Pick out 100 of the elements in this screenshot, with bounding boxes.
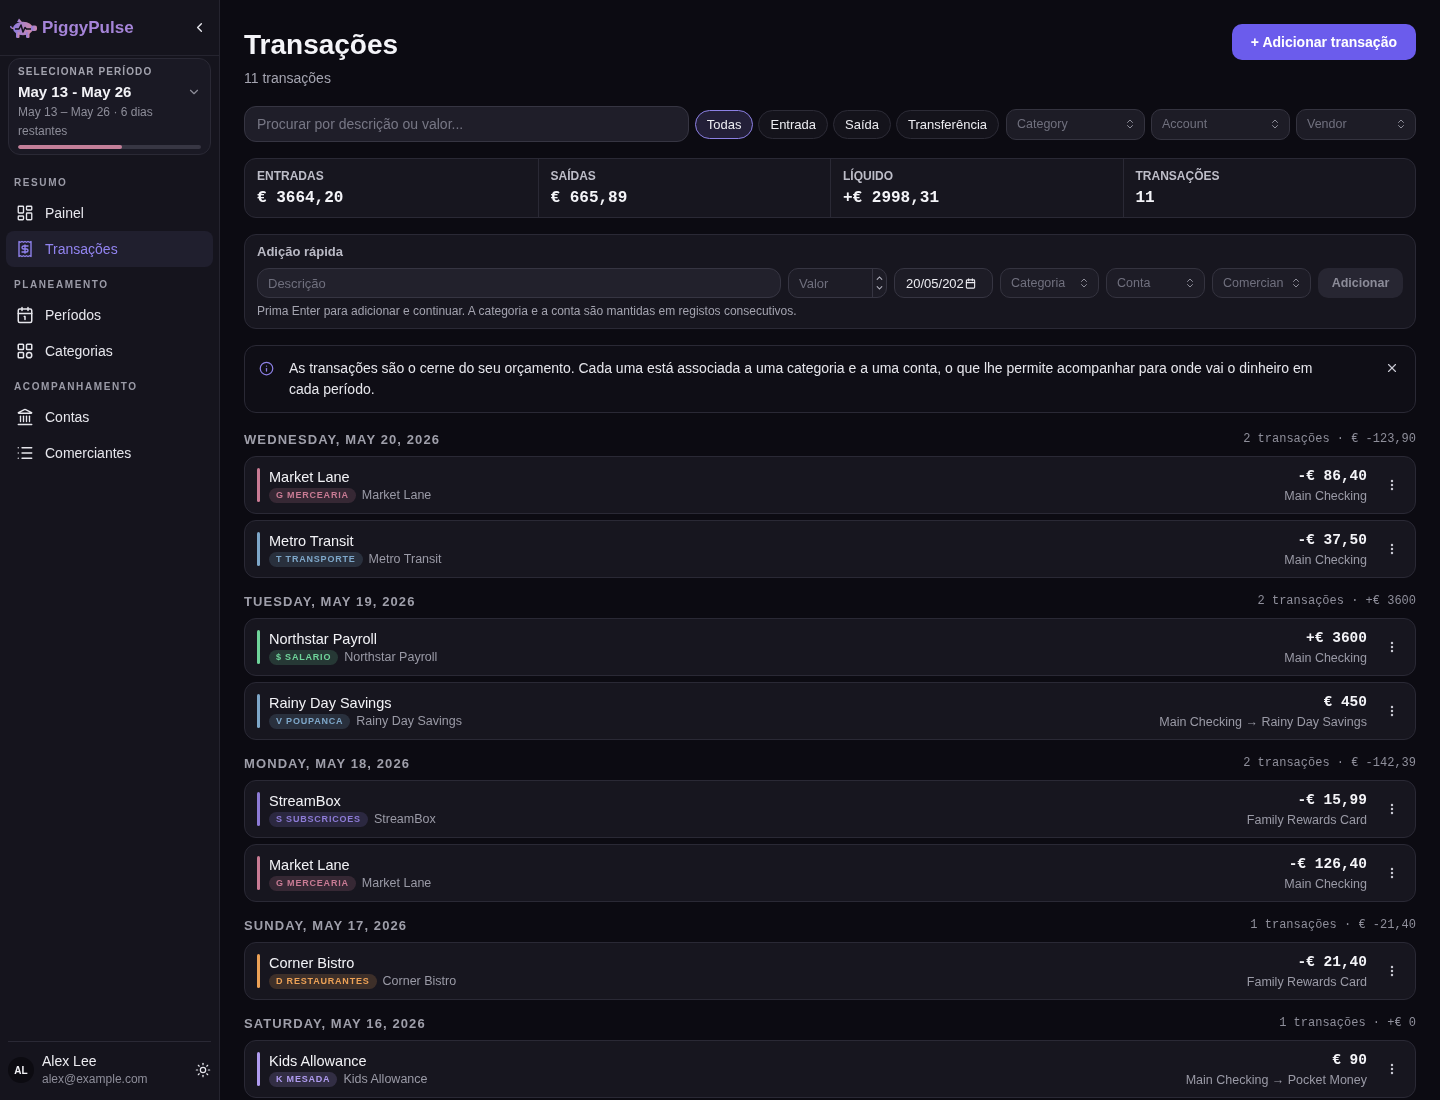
group-summary: 2 transações · +€ 3600: [1257, 594, 1416, 608]
amount: -€ 21,40: [1297, 952, 1367, 971]
description-field[interactable]: Descrição: [257, 268, 781, 298]
chevrons-icon: [1290, 277, 1302, 289]
calendar-icon[interactable]: [964, 277, 976, 289]
nav-item[interactable]: Categorias: [6, 333, 213, 369]
category-tag: K MESADA: [269, 1071, 338, 1087]
vendor-name: Market Lane: [361, 488, 432, 502]
category-tag: G MERCEARIA: [269, 875, 356, 891]
category-tag: $ SALARIO: [269, 649, 339, 665]
form-select[interactable]: Comercian: [1212, 268, 1311, 298]
add-transaction-button[interactable]: + Adicionar transação: [1231, 24, 1416, 60]
info-icon: [259, 361, 274, 376]
transaction-title: Market Lane: [269, 855, 350, 874]
vendor-name: StreamBox: [373, 812, 436, 826]
vendor-name: Northstar Payroll: [344, 650, 438, 664]
amount: € 450: [1323, 692, 1367, 711]
account-name: Family Rewards Card: [1246, 973, 1367, 990]
category-tag: T TRANSPORTE: [269, 551, 363, 567]
category-tag: S SUBSCRICOES: [269, 811, 368, 827]
transaction-title: Northstar Payroll: [269, 629, 377, 648]
vendor-name: Market Lane: [361, 876, 432, 890]
amount: -€ 86,40: [1297, 466, 1367, 485]
period-range: May 13 - May 26: [18, 82, 132, 102]
transaction-card[interactable]: Market Lane G MERCEARIA Market Lane -€ 86,40 Main Checking: [244, 456, 1416, 514]
stat-value: 11: [1135, 188, 1155, 209]
stat-value: +€ 2998,31: [843, 188, 939, 209]
close-icon[interactable]: [1385, 361, 1399, 375]
nav-item[interactable]: Transações: [6, 231, 213, 267]
brand-name: PiggyPulse: [42, 17, 134, 38]
transaction-title: Corner Bistro: [269, 953, 355, 972]
transaction-card[interactable]: Metro Transit T TRANSPORTE Metro Transit -€ 37,50 Main Checking: [244, 520, 1416, 578]
category-tag: V POUPANCA: [269, 713, 351, 729]
transaction-card[interactable]: Corner Bistro D RESTAURANTES Corner Bistro -€ 21,40 Family Rewards Card: [244, 942, 1416, 1000]
date-heading: WEDNESDAY, MAY 20, 2026: [244, 431, 441, 447]
user-email: alex@example.com: [42, 1071, 148, 1088]
group-summary: 1 transações · € -21,40: [1250, 918, 1416, 932]
chevrons-icon: [1078, 277, 1090, 289]
period-detail: May 13 – May 26 · 6 dias restantes: [18, 104, 154, 140]
chevrons-icon: [1395, 118, 1407, 130]
stat-value: € 665,89: [550, 188, 628, 209]
period-label: SELECIONAR PERÍODO: [18, 65, 154, 79]
date-heading: MONDAY, MAY 18, 2026: [244, 755, 411, 771]
amount: -€ 126,40: [1288, 854, 1367, 873]
nav-item[interactable]: Comerciantes: [6, 435, 213, 471]
amount: € 90: [1332, 1050, 1367, 1069]
group-summary: 2 transações · € -123,90: [1243, 432, 1416, 446]
bank-icon: [16, 408, 34, 426]
transaction-card[interactable]: Kids Allowance K MESADA Kids Allowance € 90 Main Checking → Pocket Money: [244, 1040, 1416, 1098]
amount: -€ 15,99: [1297, 790, 1367, 809]
user-name: Alex Lee: [42, 1052, 97, 1070]
transaction-card[interactable]: Rainy Day Savings V POUPANCA Rainy Day Savings € 450 Main Checking → Rainy Day Savings: [244, 682, 1416, 740]
section-heading: RESUMO: [13, 177, 69, 189]
amount: -€ 37,50: [1297, 530, 1367, 549]
stat-label: SAÍDAS: [550, 168, 596, 184]
amount-field[interactable]: Valor: [788, 268, 887, 298]
stat-label: LÍQUIDO: [843, 168, 893, 184]
filter-tab[interactable]: Entrada: [758, 109, 828, 139]
nav-item[interactable]: Contas: [6, 399, 213, 435]
dashboard-icon: [16, 204, 34, 222]
date-heading: SATURDAY, MAY 16, 2026: [244, 1015, 426, 1031]
transaction-title: Kids Allowance: [269, 1051, 367, 1070]
amount: +€ 3600: [1306, 628, 1367, 647]
filter-tab[interactable]: Saída: [833, 109, 891, 139]
date-heading: TUESDAY, MAY 19, 2026: [244, 593, 416, 609]
filter-tab[interactable]: Transferência: [896, 109, 999, 139]
section-heading: PLANEAMENTO: [13, 279, 110, 291]
date-heading: SUNDAY, MAY 17, 2026: [244, 917, 408, 933]
filter-select[interactable]: Category: [1006, 108, 1145, 140]
vendor-name: Kids Allowance: [343, 1072, 428, 1086]
account-name: Main Checking → Rainy Day Savings: [1159, 713, 1367, 730]
transaction-card[interactable]: Northstar Payroll $ SALARIO Northstar Payroll +€ 3600 Main Checking: [244, 618, 1416, 676]
filter-select[interactable]: Vendor: [1296, 108, 1416, 140]
transaction-card[interactable]: Market Lane G MERCEARIA Market Lane -€ 126,40 Main Checking: [244, 844, 1416, 902]
nav-item[interactable]: Painel: [6, 195, 213, 231]
account-name: Main Checking: [1284, 875, 1367, 892]
date-field[interactable]: 20/05/202: [894, 268, 993, 298]
sun-icon[interactable]: [195, 1062, 211, 1078]
account-name: Family Rewards Card: [1246, 811, 1367, 828]
category-tag: D RESTAURANTES: [269, 973, 377, 989]
filter-select[interactable]: Account: [1151, 108, 1290, 140]
transaction-title: Metro Transit: [269, 531, 354, 550]
vendor-name: Metro Transit: [368, 552, 442, 566]
banner-text: As transações são o cerne do seu orçamento. Cada uma está associada a uma categoria e a uma conta, o que lhe permite acompanhar para onde vai o dinheiro em cada período.: [289, 359, 1314, 399]
transaction-title: StreamBox: [269, 791, 341, 810]
period-selector[interactable]: SELECIONAR PERÍODO May 13 - May 26 May 13 – May 26 · 6 dias restantes: [8, 58, 211, 155]
stat-value: € 3664,20: [257, 188, 344, 209]
account-name: Main Checking: [1284, 649, 1367, 666]
account-name: Main Checking: [1284, 487, 1367, 504]
category-tag: G MERCEARIA: [269, 487, 356, 503]
page-title: Transações: [244, 28, 399, 62]
form-select[interactable]: Categoria: [1000, 268, 1099, 298]
calendar-icon: [16, 306, 34, 324]
filter-tab[interactable]: Todas: [694, 109, 754, 139]
transaction-title: Market Lane: [269, 467, 350, 486]
transaction-count: 11 transações: [244, 69, 331, 88]
transaction-card[interactable]: StreamBox S SUBSCRICOES StreamBox -€ 15,99 Family Rewards Card: [244, 780, 1416, 838]
vendor-name: Rainy Day Savings: [356, 714, 462, 728]
search-field[interactable]: Procurar por descrição ou valor...: [244, 106, 689, 142]
nav-item[interactable]: Períodos: [6, 297, 213, 333]
